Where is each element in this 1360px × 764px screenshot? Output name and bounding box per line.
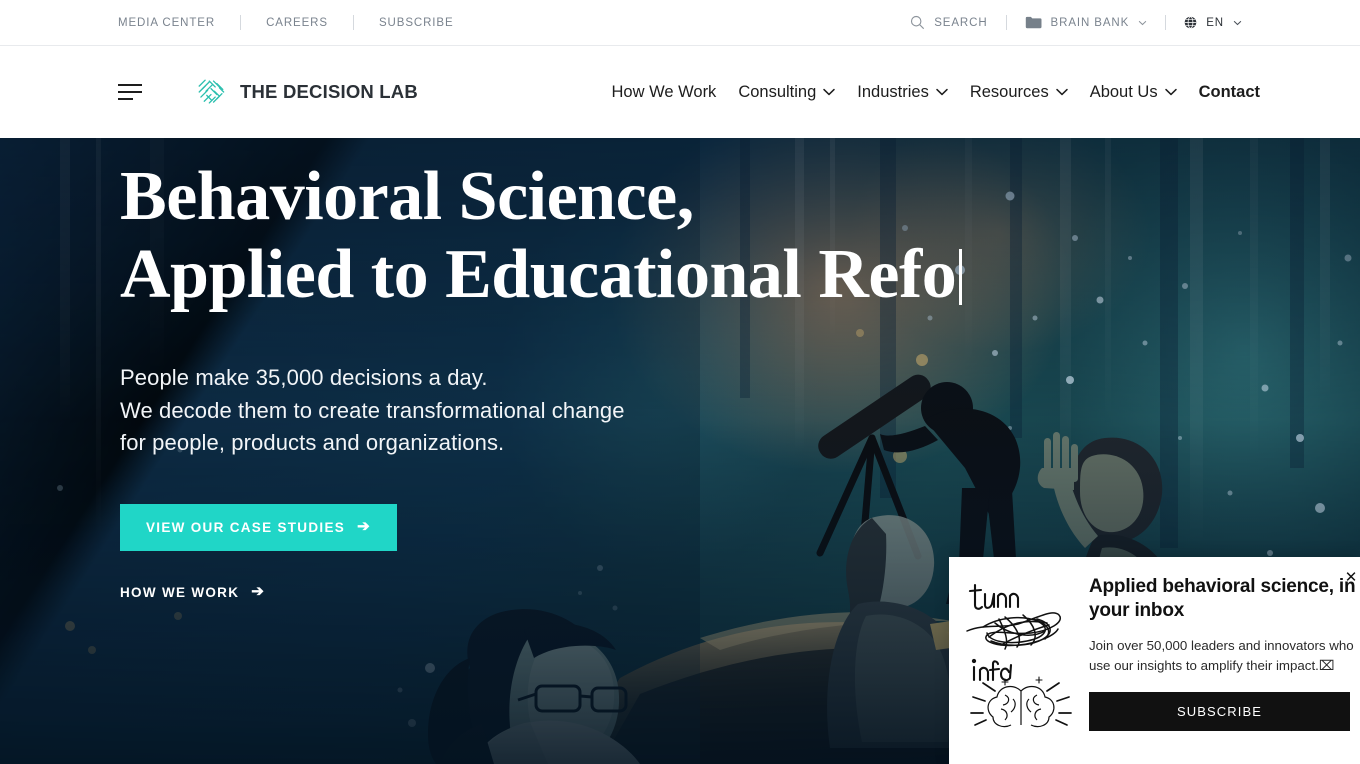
close-icon[interactable]: ✕ (1343, 570, 1359, 586)
typing-cursor (959, 249, 963, 305)
hero-sub-line-1: People make 35,000 decisions a day. (120, 365, 488, 390)
nav-item-how-we-work[interactable]: How We Work (600, 83, 727, 102)
divider (240, 15, 242, 30)
hero-content: Behavioral Science, Applied to Education… (120, 162, 1020, 602)
turn-scribble-into-brain-illustration (966, 583, 1072, 728)
nav-item-resources[interactable]: Resources (959, 83, 1079, 102)
top-utility-actions: SEARCH BRAIN BANK EN (910, 15, 1242, 30)
nav-item-label: Resources (969, 82, 1049, 101)
brand-name: THE DECISION LAB (240, 81, 418, 102)
nav-item-contact[interactable]: Contact (1188, 83, 1260, 102)
nav-item-label: Consulting (738, 82, 817, 101)
nav-item-label: About Us (1089, 82, 1158, 101)
nav-item-about-us[interactable]: About Us (1079, 83, 1188, 102)
primary-nav-menu: How We Work Consulting Industries Resour… (600, 83, 1260, 102)
main-navigation-bar: THE DECISION LAB How We Work Consulting … (0, 46, 1360, 138)
newsletter-title: Applied behavioral science, in your inbo… (1089, 576, 1356, 622)
search-icon (911, 15, 925, 30)
hero-sub-line-3: for people, products and organizations. (120, 430, 505, 456)
chevron-down-icon (1233, 20, 1242, 25)
arrow-right-icon: ➔ (251, 582, 266, 600)
language-label: EN (1206, 16, 1224, 29)
brain-bank-label: BRAIN BANK (1050, 16, 1130, 29)
chevron-down-icon (1164, 88, 1177, 96)
topbar-link-media-center[interactable]: MEDIA CENTER (118, 17, 215, 29)
top-utility-bar: MEDIA CENTER CAREERS SUBSCRIBE SEARCH BR… (0, 0, 1360, 46)
globe-icon (1184, 16, 1197, 29)
brand-logo-link[interactable]: THE DECISION LAB (194, 76, 418, 108)
topbar-link-careers[interactable]: CAREERS (266, 17, 328, 29)
how-we-work-label: HOW WE WORK (120, 584, 240, 600)
hero-headline-line-2-wrapper: Applied to Educational Refo (120, 240, 1020, 310)
view-case-studies-button[interactable]: VIEW OUR CASE STUDIES ➔ (120, 503, 397, 551)
topbar-link-subscribe[interactable]: SUBSCRIBE (379, 17, 454, 29)
top-utility-links: MEDIA CENTER CAREERS SUBSCRIBE (118, 15, 454, 30)
nav-item-industries[interactable]: Industries (846, 83, 959, 102)
hamburger-menu-icon[interactable] (118, 83, 142, 101)
divider (1005, 15, 1007, 30)
arrow-right-icon: ➔ (357, 517, 371, 535)
language-selector[interactable]: EN (1184, 16, 1242, 29)
divider (1165, 15, 1167, 30)
view-case-studies-label: VIEW OUR CASE STUDIES (146, 519, 346, 535)
newsletter-popup-body: Applied behavioral science, in your inbo… (1077, 575, 1360, 732)
chevron-down-icon (823, 88, 836, 96)
hero-headline: Behavioral Science, Applied to Education… (120, 162, 1020, 310)
how-we-work-link[interactable]: HOW WE WORK ➔ (120, 582, 266, 600)
folder-icon (1025, 16, 1042, 29)
newsletter-subscribe-button[interactable]: SUBSCRIBE (1089, 692, 1350, 732)
hero-section: Behavioral Science, Applied to Education… (0, 138, 1360, 764)
nav-item-label: Industries (857, 82, 929, 101)
hero-secondary-cta-group: HOW WE WORK ➔ (120, 551, 1020, 602)
hero-headline-line-1: Behavioral Science, (120, 158, 694, 235)
newsletter-description: Join over 50,000 leaders and innovators … (1089, 637, 1354, 673)
hero-cta-group: VIEW OUR CASE STUDIES ➔ (120, 460, 1020, 551)
hamburger-line (118, 98, 133, 100)
hamburger-line (118, 91, 142, 93)
hero-headline-line-2: Applied to Educational Refo (120, 236, 957, 313)
divider (352, 15, 354, 30)
hero-subheadline: People make 35,000 decisions a day. We d… (120, 362, 1020, 460)
chevron-down-icon (1138, 20, 1147, 25)
chevron-down-icon (936, 88, 948, 96)
search-label: SEARCH (934, 16, 988, 29)
nav-item-label: Contact (1198, 82, 1260, 101)
chevron-down-icon (1055, 88, 1068, 96)
search-button[interactable]: SEARCH (910, 15, 987, 30)
nav-item-consulting[interactable]: Consulting (727, 83, 846, 102)
newsletter-popup: ✕ Applied behavioral science, in your in… (949, 557, 1360, 764)
brain-logo-icon (198, 79, 225, 104)
hamburger-line (118, 84, 142, 86)
nav-item-label: How We Work (611, 82, 717, 101)
brain-bank-menu[interactable]: BRAIN BANK (1025, 16, 1148, 29)
hero-sub-line-2: We decode them to create transformationa… (120, 397, 625, 423)
